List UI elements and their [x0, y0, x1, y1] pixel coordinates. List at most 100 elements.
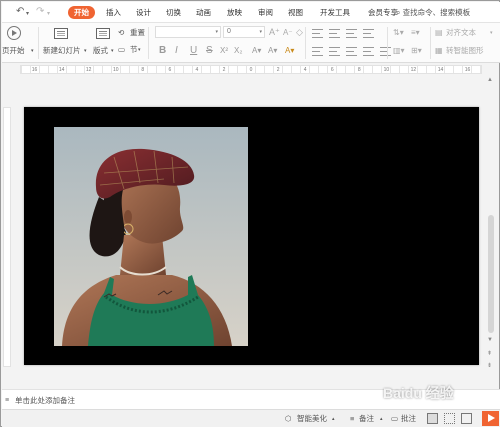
- justify-icon[interactable]: [363, 47, 374, 56]
- scrollbar-thumb[interactable]: [488, 215, 494, 333]
- underline-button[interactable]: U: [190, 45, 197, 56]
- comments-icon: ▭: [391, 414, 399, 423]
- layout-icon: [96, 28, 110, 39]
- align-left-icon[interactable]: [312, 47, 323, 56]
- tab-member[interactable]: 会员专享: [368, 6, 398, 19]
- layout-label: 版式: [93, 46, 108, 55]
- slide-photo-woman-in-cap[interactable]: [54, 127, 248, 346]
- ruler-label: 6: [330, 67, 334, 73]
- ruler-label: 8: [141, 67, 145, 73]
- ruler-label: 10: [112, 67, 119, 73]
- redo-dropdown-icon[interactable]: ▾: [47, 8, 50, 20]
- prev-slide-icon[interactable]: ⇞: [487, 351, 492, 358]
- section-dropdown-icon: ▾: [138, 47, 141, 53]
- ruler-label: 14: [437, 67, 444, 73]
- ruler-label: 0: [249, 67, 253, 73]
- font-name-field[interactable]: ▾: [155, 26, 221, 38]
- from-page-label: 页开始: [2, 46, 25, 55]
- ruler-label: 4: [303, 67, 307, 73]
- ribbon-toolbar: 页开始 ▾ 新建幻灯片 ▾ 版式 ▾ ⟲ 重置 ▭ 节 ▾ ▾ 0 ▾ A⁺ A…: [2, 23, 500, 63]
- tab-review[interactable]: 审阅: [258, 6, 273, 19]
- slide-sorter-view-icon[interactable]: [444, 413, 455, 424]
- paragraph-settings-icon[interactable]: ⊞▾: [411, 46, 422, 56]
- align-right-icon[interactable]: [346, 47, 357, 56]
- text-effect-icon[interactable]: A▾: [252, 45, 261, 56]
- search-box[interactable]: ⌕ 查找命令、搜索模板: [396, 6, 500, 19]
- notes-placeholder: 单击此处添加备注: [15, 396, 75, 405]
- bold-button[interactable]: B: [159, 45, 166, 56]
- align-text-label: 对齐文本: [446, 28, 476, 37]
- app-window: ↶ ▾ ↷ ▾ 开始 插入 设计 切换 动画 放映 审阅 视图 开发工具 会员专…: [0, 0, 500, 427]
- smart-graphic-label: 转智能图形: [446, 46, 484, 55]
- tab-transition[interactable]: 切换: [166, 6, 181, 19]
- decrease-font-button[interactable]: A⁻: [283, 28, 293, 38]
- smart-beautify-label: 智能美化: [297, 414, 327, 423]
- ruler-label: 6: [168, 67, 172, 73]
- align-text-icon: ▤: [435, 28, 443, 37]
- undo-dropdown-icon[interactable]: ▾: [26, 8, 29, 20]
- scroll-up-icon[interactable]: ▲: [487, 77, 493, 84]
- ribbon-separator: [305, 27, 306, 59]
- tab-design[interactable]: 设计: [136, 6, 151, 19]
- tab-insert[interactable]: 插入: [106, 6, 121, 19]
- vertical-scrollbar[interactable]: ▲ ▼ ⇞ ⇟: [485, 75, 497, 375]
- ruler-label: 12: [85, 67, 92, 73]
- smart-graphic-icon: ▦: [435, 46, 443, 55]
- clear-format-icon[interactable]: ◇: [296, 27, 303, 37]
- bullet-list-icon[interactable]: [312, 29, 323, 38]
- text-highlight-icon[interactable]: A▾: [268, 45, 277, 56]
- ruler-label: 16: [464, 67, 471, 73]
- align-center-icon[interactable]: [329, 47, 340, 56]
- reset-icon: ⟲: [118, 28, 125, 37]
- strikethrough-button[interactable]: S: [206, 45, 213, 56]
- section-label: 节: [130, 45, 138, 54]
- ruler-label: 4: [195, 67, 199, 73]
- new-slide-label: 新建幻灯片: [43, 46, 81, 55]
- horizontal-ruler: 16 14 12 10 8 6 4 2 0 2 4 6 8 10 12 14 16: [20, 65, 482, 74]
- increase-font-button[interactable]: A⁺: [269, 27, 280, 37]
- tab-developer[interactable]: 开发工具: [320, 6, 350, 19]
- notes-toggle-label: 备注: [359, 414, 374, 423]
- tab-view[interactable]: 视图: [288, 6, 303, 19]
- distribute-icon[interactable]: [380, 47, 391, 56]
- section-icon: ▭: [118, 45, 126, 54]
- notes-toggle-dropdown-icon: ▴: [380, 416, 383, 422]
- undo-icon[interactable]: ↶: [16, 6, 24, 18]
- ribbon-separator: [148, 27, 149, 59]
- next-slide-icon[interactable]: ⇟: [487, 363, 492, 370]
- tab-slideshow[interactable]: 放映: [227, 6, 242, 19]
- notes-toggle-icon: ≡: [350, 414, 355, 423]
- reading-view-icon[interactable]: [461, 413, 472, 424]
- font-name-dropdown-icon: ▾: [215, 29, 218, 35]
- subscript-icon[interactable]: X₂: [234, 45, 242, 56]
- numbered-list-icon[interactable]: [329, 29, 340, 38]
- font-size-value: 0: [227, 28, 231, 35]
- ruler-label: 14: [58, 67, 65, 73]
- normal-view-icon[interactable]: [427, 413, 438, 424]
- redo-icon[interactable]: ↷: [36, 6, 44, 18]
- vertical-ruler: [3, 107, 11, 367]
- italic-button[interactable]: I: [175, 45, 178, 56]
- new-slide-dropdown-icon: ▾: [84, 48, 87, 54]
- ruler-label: 10: [383, 67, 390, 73]
- decrease-indent-icon[interactable]: [346, 29, 357, 38]
- text-direction-icon[interactable]: ⇅▾: [393, 28, 404, 38]
- tab-home[interactable]: 开始: [68, 6, 95, 19]
- ruler-label: 2: [276, 67, 280, 73]
- new-slide-icon: [54, 28, 68, 39]
- scroll-down-icon[interactable]: ▼: [487, 337, 493, 344]
- menu-bar: ↶ ▾ ↷ ▾ 开始 插入 设计 切换 动画 放映 审阅 视图 开发工具 会员专…: [2, 2, 500, 23]
- font-size-field[interactable]: 0 ▾: [223, 26, 265, 38]
- tab-animation[interactable]: 动画: [196, 6, 211, 19]
- ribbon-separator: [38, 27, 39, 59]
- layout-dropdown-icon: ▾: [111, 48, 114, 54]
- play-slideshow-button[interactable]: [482, 411, 499, 426]
- baidu-jingyan-watermark: Baidu 经验: [383, 385, 454, 401]
- font-color-icon[interactable]: A▾: [285, 45, 294, 56]
- line-spacing-icon[interactable]: ≡▾: [411, 28, 420, 38]
- increase-indent-icon[interactable]: [363, 29, 374, 38]
- columns-icon[interactable]: ▥▾: [393, 46, 405, 56]
- ruler-label: 2: [222, 67, 226, 73]
- superscript-icon[interactable]: X²: [220, 45, 228, 56]
- status-bar: ⬡ 智能美化 ▴ ≡ 备注 ▴ ▭ 批注: [2, 409, 500, 427]
